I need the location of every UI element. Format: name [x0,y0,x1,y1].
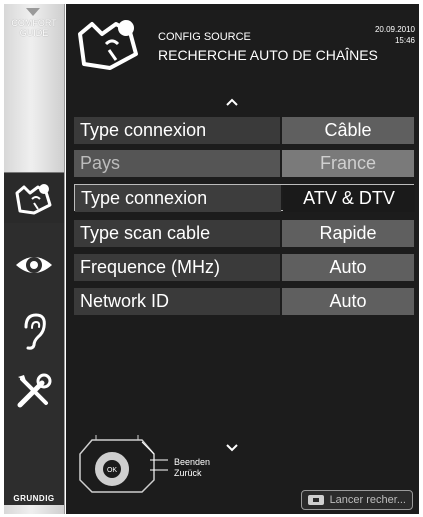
header-date: 20.09.2010 [374,25,415,34]
sidebar-item-picture[interactable] [4,239,64,289]
source-config-icon [78,20,138,70]
header-title: CONFIG SOURCE [158,31,251,43]
source-icon [15,184,52,215]
comfort-guide-arrow-icon [26,8,40,16]
header-datetime: 20.09.2010 15:46 [375,24,415,46]
menu-row-value: ATV & DTV [283,185,415,212]
menu-row-value: Câble [282,117,414,144]
ok-button-label: OK [107,467,117,474]
menu-row-scan-type[interactable]: Type scan cable Rapide [74,220,414,247]
legend-back: Zurück [174,468,202,478]
menu-row-label: Type connexion [75,185,281,212]
remote-control-icon: OK [79,435,168,493]
brand-logo: GRUNDIG [13,494,55,503]
menu-row-label: Frequence (MHz) [74,254,280,281]
legend-exit: Beenden [174,457,211,467]
menu-row-label: Type connexion [74,117,280,144]
main-panel: CONFIG SOURCE RECHERCHE AUTO DE CHAÎNES … [66,4,419,514]
sidebar: COMFORT GUIDE GRUNDIG [4,4,65,514]
menu-row-country[interactable]: Pays France [74,150,414,177]
menu-row-label: Type scan cable [74,220,280,247]
menu-row-frequency[interactable]: Frequence (MHz) Auto [74,254,414,281]
launch-search-button[interactable]: Lancer recher... [300,490,413,510]
menu-row-value: Auto [282,288,414,315]
sidebar-item-settings[interactable] [4,365,64,415]
menu-row-label: Network ID [74,288,280,315]
menu-row-network-id[interactable]: Network ID Auto [74,288,414,315]
sidebar-item-source[interactable] [4,173,64,223]
eye-icon [16,257,52,273]
comfort-guide-line1: COMFORT [11,18,57,28]
menu-row-value: Rapide [282,220,414,247]
tv-menu-screen: COMFORT GUIDE GRUNDIG CONFIG SOURCE RECH… [0,0,423,517]
menu-row-connection-type[interactable]: Type connexion Câble [74,117,414,144]
header-subtitle: RECHERCHE AUTO DE CHAÎNES [158,47,378,63]
menu-row-connection-type-selected[interactable]: Type connexion ATV & DTV [74,184,415,212]
comfort-guide-line2: GUIDE [19,28,49,38]
launch-search-label: Lancer recher... [329,494,406,506]
scroll-down-icon[interactable] [226,442,238,454]
sidebar-menu: GRUNDIG [4,172,64,505]
scroll-up-icon[interactable] [226,96,238,108]
header-time: 15:46 [394,36,415,45]
comfort-guide-button[interactable]: COMFORT GUIDE [4,18,64,38]
ear-icon [24,313,46,350]
menu-row-value: France [282,150,414,177]
menu-row-value: Auto [282,254,414,281]
sidebar-item-sound[interactable] [4,305,64,355]
tools-icon [17,373,52,408]
menu-row-label: Pays [74,150,280,177]
button-key-icon [307,495,324,505]
